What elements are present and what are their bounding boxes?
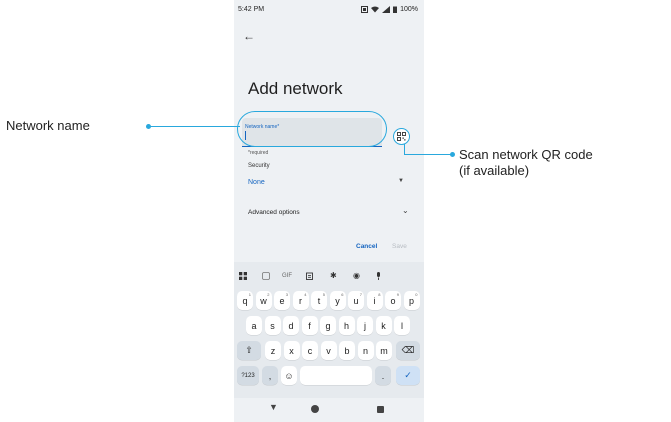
- key-a[interactable]: a: [246, 316, 262, 335]
- callout-scan-qr-sub: (if available): [459, 163, 530, 178]
- key-k[interactable]: k: [375, 316, 392, 335]
- key-hint: 6: [341, 292, 344, 297]
- gif-button[interactable]: GIF: [282, 272, 292, 280]
- status-time: 5:42 PM: [238, 6, 265, 13]
- key-f[interactable]: f: [301, 316, 318, 335]
- scan-qr-button[interactable]: [393, 128, 410, 145]
- settings-icon[interactable]: ✱: [330, 272, 337, 280]
- wifi-icon: [371, 6, 380, 13]
- key-e[interactable]: e3: [274, 291, 290, 310]
- key-l[interactable]: l: [394, 316, 410, 335]
- key-hint: 4: [304, 292, 307, 297]
- key-h[interactable]: h: [338, 316, 355, 335]
- symbols-key[interactable]: ?123: [237, 366, 259, 385]
- callout-scan-qr: Scan network QR code: [459, 147, 593, 162]
- advanced-options[interactable]: Advanced options: [248, 209, 300, 216]
- key-hint: 0: [415, 292, 418, 297]
- key-w[interactable]: w2: [255, 291, 272, 310]
- clipboard-icon[interactable]: [306, 272, 313, 282]
- save-button[interactable]: Save: [392, 243, 407, 250]
- key-d[interactable]: d: [283, 316, 299, 335]
- key-x[interactable]: x: [283, 341, 300, 360]
- chevron-down-icon[interactable]: ⌄: [402, 206, 409, 215]
- status-icons: 100%: [361, 6, 418, 13]
- key-hint: 1: [248, 292, 251, 297]
- key-c[interactable]: c: [302, 341, 318, 360]
- signal-icon: [382, 6, 391, 13]
- cancel-button[interactable]: Cancel: [356, 243, 377, 250]
- key-hint: 8: [378, 292, 381, 297]
- callout-line: [404, 154, 452, 156]
- nav-bar: ▼: [234, 398, 424, 422]
- key-o[interactable]: o9: [385, 291, 401, 310]
- key-hint: 5: [322, 292, 325, 297]
- page-title: Add network: [248, 79, 343, 98]
- battery-icon: [393, 6, 398, 13]
- security-dropdown[interactable]: None: [248, 179, 265, 186]
- key-j[interactable]: j: [357, 316, 373, 335]
- dropdown-arrow-icon[interactable]: ▼: [398, 178, 404, 184]
- enter-key-icon[interactable]: ✓: [396, 366, 420, 385]
- network-name-highlight: [237, 111, 387, 147]
- key-hint: 9: [396, 292, 399, 297]
- keyboard-toolbar: GIF ✱ ◉: [234, 264, 424, 286]
- space-bar[interactable]: [300, 366, 372, 385]
- key-hint: 3: [285, 292, 288, 297]
- key-i[interactable]: i8: [366, 291, 383, 310]
- qr-code-icon: [397, 132, 406, 141]
- period-key[interactable]: .: [375, 366, 391, 385]
- palette-icon[interactable]: ◉: [353, 272, 360, 280]
- backspace-key-icon[interactable]: ⌫: [396, 341, 420, 360]
- key-s[interactable]: s: [264, 316, 281, 335]
- key-z[interactable]: z: [265, 341, 281, 360]
- key-hint: 2: [267, 292, 270, 297]
- sticker-icon[interactable]: [262, 272, 270, 282]
- status-bar: 5:42 PM 100%: [234, 0, 424, 20]
- callout-network-name: Network name: [6, 118, 90, 133]
- phone-screen: 5:42 PM 100% ← Add network Network name*…: [234, 0, 424, 422]
- required-note: *required: [248, 150, 269, 156]
- callout-line: [150, 126, 240, 128]
- mic-icon[interactable]: [375, 272, 382, 282]
- key-r[interactable]: r4: [292, 291, 309, 310]
- key-hint: 7: [359, 292, 362, 297]
- callout-dot: [450, 152, 455, 157]
- key-m[interactable]: m: [376, 341, 392, 360]
- key-q[interactable]: q1: [237, 291, 253, 310]
- grid-icon[interactable]: [239, 272, 247, 282]
- key-n[interactable]: n: [357, 341, 374, 360]
- key-g[interactable]: g: [320, 316, 336, 335]
- battery-percent: 100%: [400, 6, 418, 13]
- key-y[interactable]: y6: [329, 291, 346, 310]
- nav-recents-icon[interactable]: [377, 406, 384, 413]
- comma-key[interactable]: ,: [262, 366, 278, 385]
- shift-key-icon[interactable]: ⇧: [237, 341, 261, 360]
- key-v[interactable]: v: [320, 341, 337, 360]
- key-u[interactable]: u7: [348, 291, 364, 310]
- key-p[interactable]: p0: [403, 291, 420, 310]
- nav-back-icon[interactable]: ▼: [269, 402, 278, 412]
- nfc-icon: [361, 6, 369, 13]
- emoji-key-icon[interactable]: ☺: [281, 366, 297, 385]
- back-arrow-icon[interactable]: ←: [243, 29, 255, 43]
- nav-home-icon[interactable]: [311, 405, 319, 413]
- security-label: Security: [248, 163, 270, 169]
- key-b[interactable]: b: [339, 341, 355, 360]
- key-t[interactable]: t5: [311, 291, 327, 310]
